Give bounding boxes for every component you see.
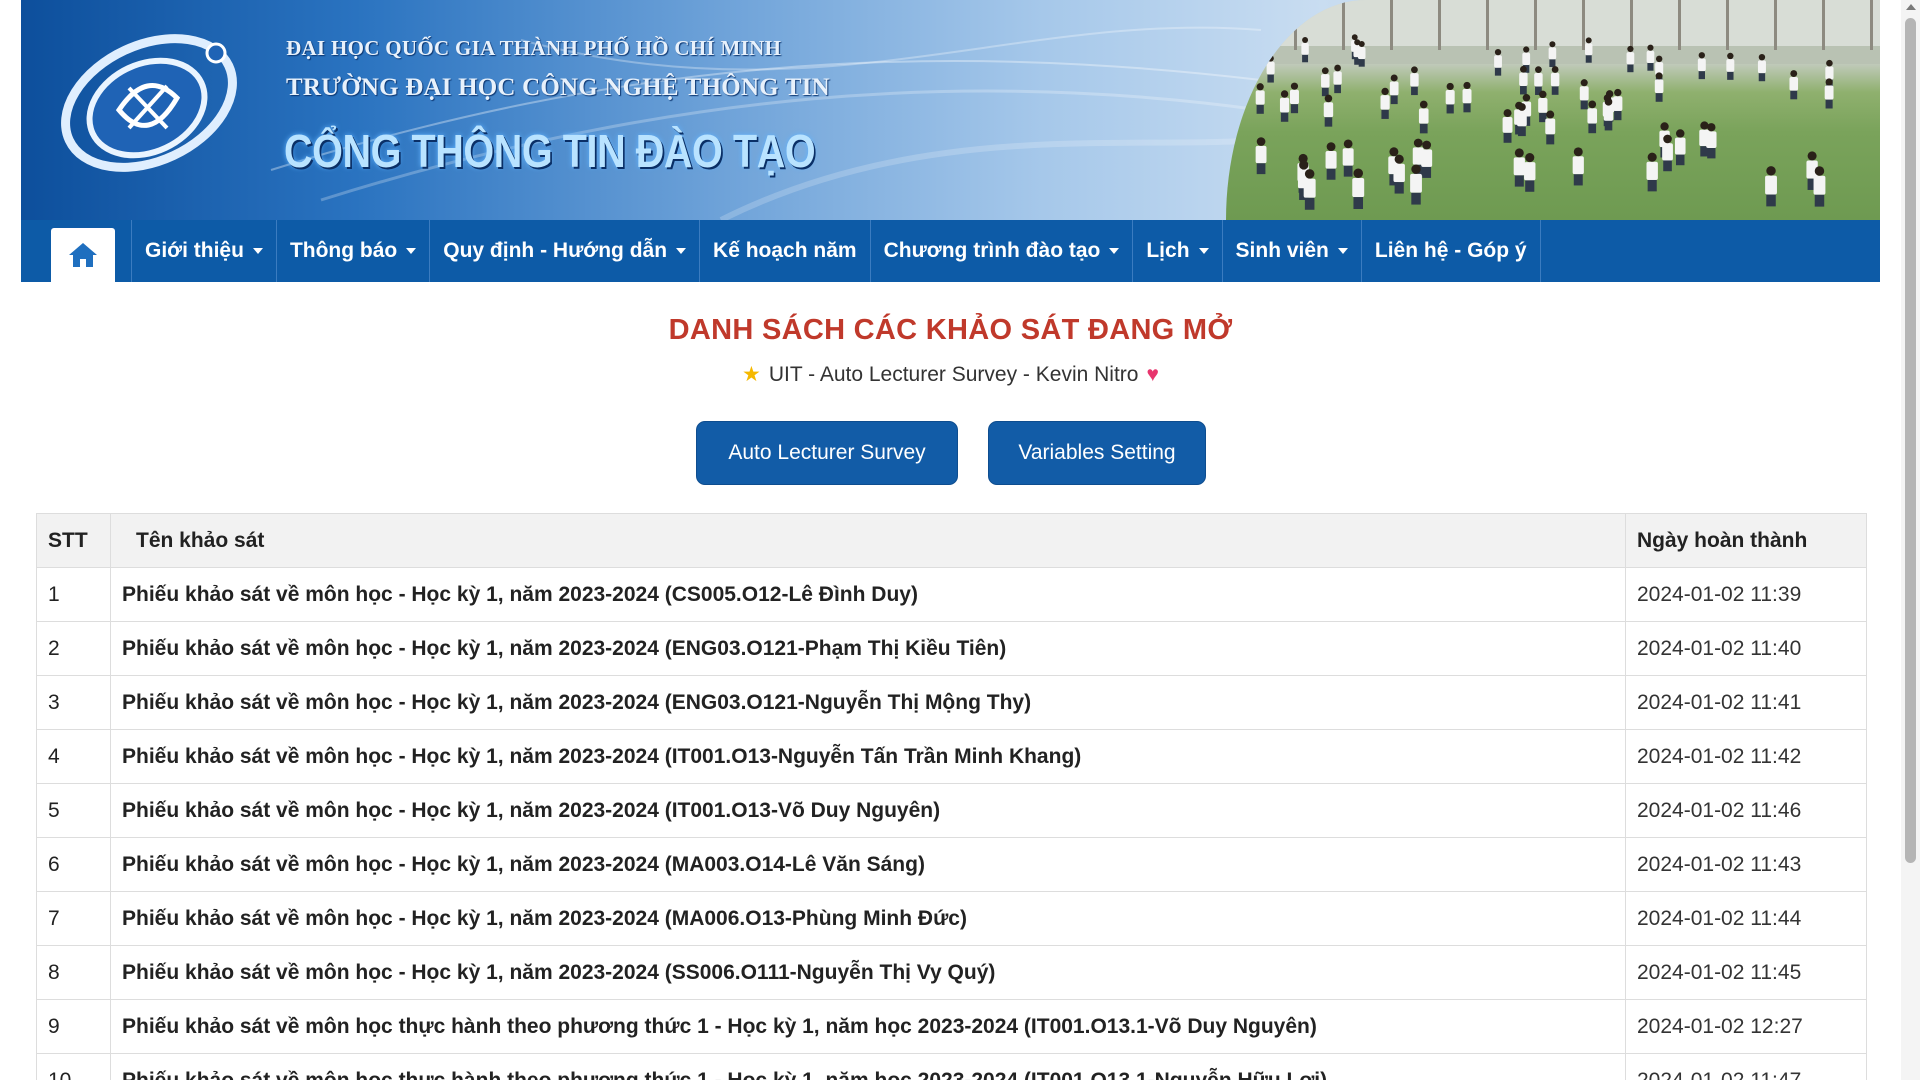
caret-down-icon [252, 248, 263, 254]
nav-item-label: Quy định - Hướng dẫn [443, 239, 668, 262]
main-nav: Giới thiệu Thông báo Quy định - Hướng dẫ… [21, 220, 1880, 282]
row-completion-date: 2024-01-02 11:44 [1625, 891, 1867, 946]
nav-item-thong-bao[interactable]: Thông báo [275, 220, 429, 282]
nav-item-label: Thông báo [289, 239, 398, 262]
row-stt: 6 [36, 837, 111, 892]
row-survey-name[interactable]: Phiếu khảo sát về môn học - Học kỳ 1, nă… [110, 675, 1626, 730]
caret-down-icon [1198, 248, 1209, 254]
row-completion-date: 2024-01-02 11:41 [1625, 675, 1867, 730]
table-row[interactable]: 4 Phiếu khảo sát về môn học - Học kỳ 1, … [36, 729, 1867, 784]
table-row[interactable]: 3 Phiếu khảo sát về môn học - Học kỳ 1, … [36, 675, 1867, 730]
row-stt: 8 [36, 945, 111, 1000]
row-stt: 4 [36, 729, 111, 784]
row-survey-name[interactable]: Phiếu khảo sát về môn học thực hành theo… [110, 1053, 1626, 1080]
header-survey-name: Tên khảo sát [110, 513, 1626, 568]
row-completion-date: 2024-01-02 12:27 [1625, 999, 1867, 1054]
page-title: DANH SÁCH CÁC KHẢO SÁT ĐANG MỞ [668, 314, 1233, 346]
page-subtitle: ★ UIT - Auto Lecturer Survey - Kevin Nitr… [21, 362, 1880, 387]
table-row[interactable]: 8 Phiếu khảo sát về môn học - Học kỳ 1, … [36, 945, 1867, 1000]
row-survey-name[interactable]: Phiếu khảo sát về môn học - Học kỳ 1, nă… [110, 783, 1626, 838]
table-row[interactable]: 2 Phiếu khảo sát về môn học - Học kỳ 1, … [36, 621, 1867, 676]
scrollbar-thumb[interactable] [1905, 18, 1916, 863]
nav-home-button[interactable] [51, 228, 115, 282]
row-survey-name[interactable]: Phiếu khảo sát về môn học - Học kỳ 1, nă… [110, 729, 1626, 784]
table-row[interactable]: 5 Phiếu khảo sát về môn học - Học kỳ 1, … [36, 783, 1867, 838]
row-survey-name[interactable]: Phiếu khảo sát về môn học thực hành theo… [110, 999, 1626, 1054]
star-emoji-icon: ★ [742, 363, 761, 386]
uit-logo-icon[interactable] [49, 28, 249, 178]
page: ĐẠI HỌC QUỐC GIA THÀNH PHỐ HỒ CHÍ MINH T… [21, 0, 1880, 1080]
header-stt: STT [36, 513, 111, 568]
row-stt: 3 [36, 675, 111, 730]
nav-item-lich[interactable]: Lịch [1132, 220, 1221, 282]
students-on-lawn-photo [1226, 0, 1880, 220]
table-row[interactable]: 10 Phiếu khảo sát về môn học thực hành t… [36, 1053, 1867, 1080]
caret-down-icon [406, 248, 417, 254]
row-survey-name[interactable]: Phiếu khảo sát về môn học - Học kỳ 1, nă… [110, 621, 1626, 676]
auto-lecturer-survey-button[interactable]: Auto Lecturer Survey [696, 421, 958, 485]
row-completion-date: 2024-01-02 11:39 [1625, 567, 1867, 622]
table-row[interactable]: 6 Phiếu khảo sát về môn học - Học kỳ 1, … [36, 837, 1867, 892]
row-completion-date: 2024-01-02 11:47 [1625, 1053, 1867, 1080]
nav-item-lien-he[interactable]: Liên hệ - Góp ý [1360, 220, 1541, 282]
row-stt: 5 [36, 783, 111, 838]
nav-item-label: Giới thiệu [145, 239, 244, 262]
page-scrollbar[interactable] [1901, 0, 1920, 1080]
caret-down-icon [676, 248, 687, 254]
table-header-row: STT Tên khảo sát Ngày hoàn thành [36, 513, 1867, 568]
nav-item-ke-hoach-nam[interactable]: Kế hoạch năm [699, 220, 870, 282]
row-completion-date: 2024-01-02 11:42 [1625, 729, 1867, 784]
row-stt: 10 [36, 1053, 111, 1080]
row-completion-date: 2024-01-02 11:43 [1625, 837, 1867, 892]
banner-portal-title: CỔNG THÔNG TIN ĐÀO TẠO [284, 125, 816, 177]
nav-item-label: Sinh viên [1235, 239, 1329, 262]
subtitle-text: UIT - Auto Lecturer Survey - Kevin Nitro [768, 363, 1139, 386]
caret-down-icon [1109, 248, 1120, 254]
nav-item-label: Chương trình đào tạo [883, 239, 1101, 262]
survey-table: STT Tên khảo sát Ngày hoàn thành 1 Phiếu… [36, 513, 1867, 1080]
row-stt: 9 [36, 999, 111, 1054]
row-completion-date: 2024-01-02 11:46 [1625, 783, 1867, 838]
heart-emoji-icon: ♥ [1146, 363, 1159, 386]
banner-university-line: ĐẠI HỌC QUỐC GIA THÀNH PHỐ HỒ CHÍ MINH [286, 36, 782, 60]
nav-item-quy-dinh[interactable]: Quy định - Hướng dẫn [429, 220, 699, 282]
nav-item-label: Lịch [1146, 239, 1190, 262]
row-stt: 1 [36, 567, 111, 622]
nav-item-label: Liên hệ - Góp ý [1374, 239, 1527, 262]
variables-setting-button[interactable]: Variables Setting [988, 421, 1206, 485]
site-banner[interactable]: ĐẠI HỌC QUỐC GIA THÀNH PHỐ HỒ CHÍ MINH T… [21, 0, 1880, 220]
nav-item-chuong-trinh[interactable]: Chương trình đào tạo [869, 220, 1133, 282]
row-survey-name[interactable]: Phiếu khảo sát về môn học - Học kỳ 1, nă… [110, 945, 1626, 1000]
home-icon [69, 243, 97, 267]
caret-down-icon [1337, 248, 1348, 254]
table-row[interactable]: 1 Phiếu khảo sát về môn học - Học kỳ 1, … [36, 567, 1867, 622]
row-survey-name[interactable]: Phiếu khảo sát về môn học - Học kỳ 1, nă… [110, 567, 1626, 622]
table-row[interactable]: 7 Phiếu khảo sát về môn học - Học kỳ 1, … [36, 891, 1867, 946]
row-completion-date: 2024-01-02 11:45 [1625, 945, 1867, 1000]
banner-school-line: TRƯỜNG ĐẠI HỌC CÔNG NGHỆ THÔNG TIN [286, 74, 830, 101]
nav-item-sinh-vien[interactable]: Sinh viên [1221, 220, 1361, 282]
row-completion-date: 2024-01-02 11:40 [1625, 621, 1867, 676]
nav-item-label: Kế hoạch năm [713, 239, 857, 262]
nav-item-gioi-thieu[interactable]: Giới thiệu [131, 220, 276, 282]
row-stt: 7 [36, 891, 111, 946]
row-survey-name[interactable]: Phiếu khảo sát về môn học - Học kỳ 1, nă… [110, 837, 1626, 892]
row-survey-name[interactable]: Phiếu khảo sát về môn học - Học kỳ 1, nă… [110, 891, 1626, 946]
scroll-up-arrow-icon[interactable] [1906, 4, 1916, 10]
table-row[interactable]: 9 Phiếu khảo sát về môn học thực hành th… [36, 999, 1867, 1054]
header-completion-date: Ngày hoàn thành [1625, 513, 1867, 568]
row-stt: 2 [36, 621, 111, 676]
